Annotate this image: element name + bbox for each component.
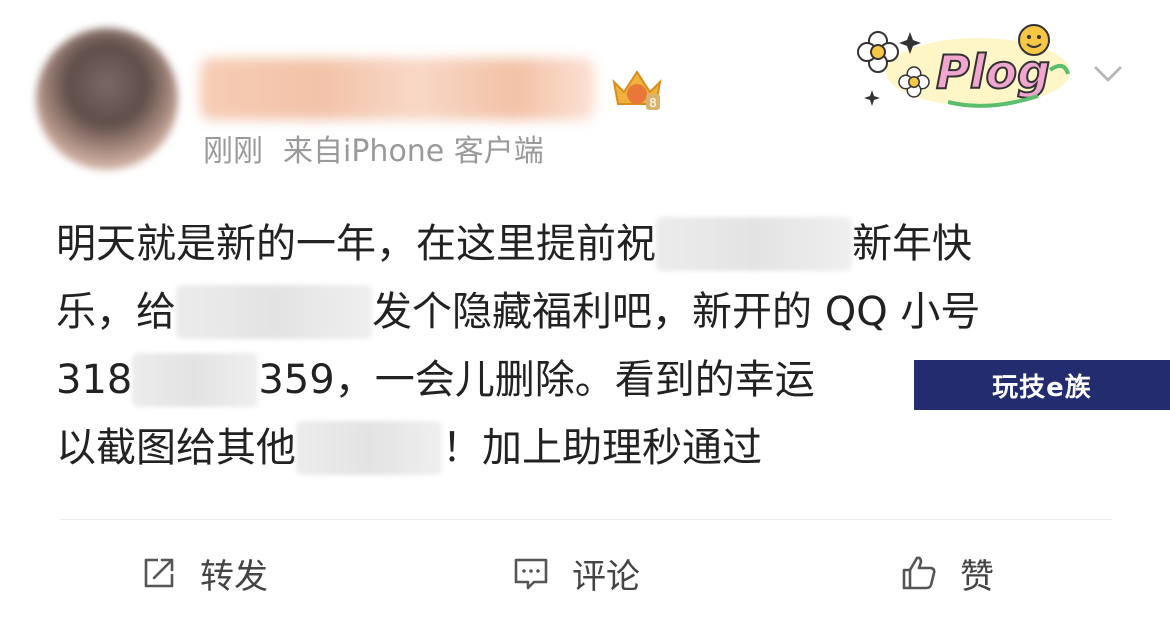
post-source[interactable]: 来自iPhone 客户端 bbox=[283, 126, 544, 170]
like-button[interactable]: 赞 bbox=[898, 546, 994, 600]
comment-icon bbox=[514, 558, 548, 590]
comment-label: 评论 bbox=[572, 556, 640, 597]
redacted-text bbox=[296, 421, 442, 475]
post-line-1: 明天就是新的一年，在这里提前祝 新年快 bbox=[56, 210, 972, 278]
post-text: 318 bbox=[56, 357, 133, 403]
post-line-2: 乐，给 发个隐藏福利吧，新开的 QQ 小号 bbox=[56, 278, 980, 346]
vip-crown-badge-icon: 8 bbox=[612, 70, 662, 110]
post-line-4: 以截图给其他 ！加上助理秒通过 bbox=[56, 414, 762, 482]
watermark-logo: 玩技e族 bbox=[914, 360, 1170, 410]
post-meta: 刚刚 来自iPhone 客户端 bbox=[203, 126, 544, 170]
divider bbox=[60, 519, 1112, 520]
post-time: 刚刚 bbox=[203, 134, 263, 169]
chevron-down-icon[interactable] bbox=[1090, 56, 1126, 92]
redacted-text bbox=[132, 353, 259, 407]
svg-text:8: 8 bbox=[649, 96, 657, 110]
post-text: 乐，给 bbox=[56, 289, 176, 335]
repost-label: 转发 bbox=[200, 556, 268, 597]
weibo-post-card: 8 刚刚 来自iPhone 客户端 Plog 明天就是新的一年，在这里提前祝 新… bbox=[0, 0, 1170, 619]
repost-icon bbox=[144, 558, 174, 588]
plog-sticker-icon: Plog bbox=[857, 24, 1070, 108]
post-text: 以截图给其他 bbox=[56, 425, 296, 471]
redacted-text bbox=[176, 285, 372, 339]
redacted-text bbox=[656, 217, 852, 271]
like-label: 赞 bbox=[960, 556, 994, 597]
avatar[interactable] bbox=[36, 28, 178, 170]
post-text: 新年快 bbox=[852, 221, 972, 267]
username-redacted[interactable] bbox=[200, 58, 595, 120]
thumbs-up-icon bbox=[902, 556, 936, 590]
post-text: 发个隐藏福利吧，新开的 QQ 小号 bbox=[372, 289, 981, 335]
post-text: ！加上助理秒通过 bbox=[442, 425, 762, 471]
comment-button[interactable]: 评论 bbox=[510, 546, 640, 600]
repost-button[interactable]: 转发 bbox=[138, 546, 268, 600]
post-text: 明天就是新的一年，在这里提前祝 bbox=[56, 221, 656, 267]
post-text: 359，一会儿删除。看到的幸运 bbox=[258, 357, 815, 403]
post-line-3: 318 359，一会儿删除。看到的幸运 bbox=[56, 346, 815, 414]
